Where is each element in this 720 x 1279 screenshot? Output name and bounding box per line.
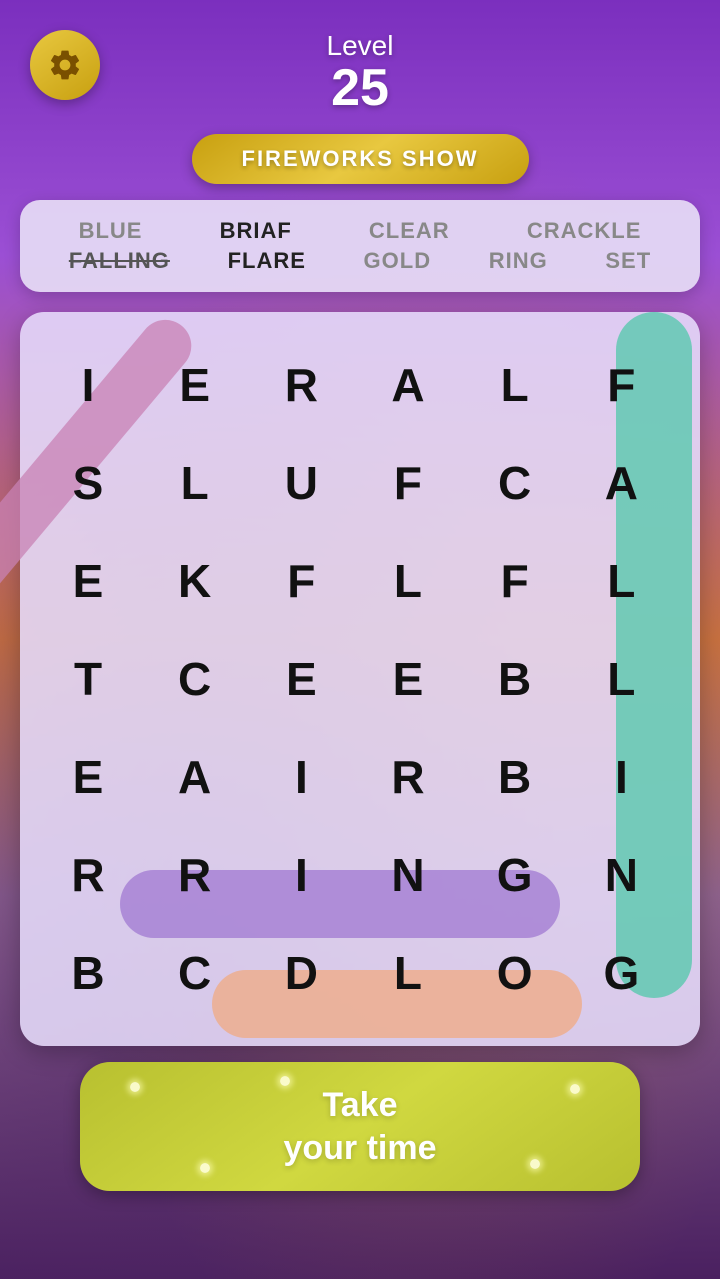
grid-cell[interactable]: B	[467, 630, 563, 728]
grid-cell[interactable]: G	[467, 826, 563, 924]
grid-cell[interactable]: R	[253, 336, 349, 434]
words-panel: BLUE BRIAF CLEAR CRACKLE FALLING FLARE G…	[20, 200, 700, 292]
word-flare: FLARE	[228, 248, 306, 274]
sparkle-2	[280, 1076, 290, 1086]
grid-cell[interactable]: R	[147, 826, 243, 924]
level-display: Level 25	[327, 30, 394, 114]
grid-cell[interactable]: I	[253, 826, 349, 924]
hint-text: Take your time	[140, 1084, 580, 1169]
grid-cell[interactable]: F	[467, 532, 563, 630]
grid-cell[interactable]: C	[467, 434, 563, 532]
grid-cell[interactable]: A	[147, 728, 243, 826]
sparkle-3	[200, 1163, 210, 1173]
hint-banner: Take your time	[80, 1062, 640, 1191]
grid-cell[interactable]: L	[147, 434, 243, 532]
grid-cell[interactable]: R	[40, 826, 136, 924]
theme-banner: FIREWORKS SHOW	[192, 134, 529, 184]
word-gold: GOLD	[364, 248, 432, 274]
grid-cell[interactable]: I	[253, 728, 349, 826]
grid-cell[interactable]: F	[253, 532, 349, 630]
grid-cell[interactable]: L	[573, 630, 669, 728]
grid-cell[interactable]: L	[573, 532, 669, 630]
grid-cell[interactable]: F	[573, 336, 669, 434]
word-set: SET	[605, 248, 651, 274]
settings-button[interactable]	[30, 30, 100, 100]
grid-cell[interactable]: B	[40, 924, 136, 1022]
grid-cell[interactable]: K	[147, 532, 243, 630]
grid-cell[interactable]: L	[360, 924, 456, 1022]
word-briaf: BRIAF	[220, 218, 292, 244]
grid-cell[interactable]: R	[360, 728, 456, 826]
grid-cell[interactable]: I	[573, 728, 669, 826]
grid-cell[interactable]: F	[360, 434, 456, 532]
grid-cell[interactable]: U	[253, 434, 349, 532]
grid-cell[interactable]: E	[40, 532, 136, 630]
sparkle-1	[130, 1082, 140, 1092]
grid-cell[interactable]: E	[360, 630, 456, 728]
grid-cell[interactable]: B	[467, 728, 563, 826]
grid-cell[interactable]: G	[573, 924, 669, 1022]
word-falling: FALLING	[69, 248, 170, 274]
grid-cell[interactable]: C	[147, 924, 243, 1022]
grid-cell[interactable]: A	[360, 336, 456, 434]
word-clear: CLEAR	[369, 218, 450, 244]
sparkle-4	[530, 1159, 540, 1169]
word-crackle: CRACKLE	[527, 218, 642, 244]
gear-icon	[47, 47, 83, 83]
sparkle-5	[570, 1084, 580, 1094]
grid-cell[interactable]: T	[40, 630, 136, 728]
grid-cell[interactable]: O	[467, 924, 563, 1022]
grid-cell[interactable]: E	[40, 728, 136, 826]
grid-cell[interactable]: I	[40, 336, 136, 434]
word-blue: BLUE	[79, 218, 143, 244]
level-number: 25	[327, 62, 394, 114]
grid-cell[interactable]: E	[253, 630, 349, 728]
level-label: Level	[327, 30, 394, 62]
word-search-grid[interactable]: IERALFSLUFCAEKFLFLTCEEBLEAIRBIRRINGNBCDL…	[20, 312, 700, 1046]
grid-cell[interactable]: S	[40, 434, 136, 532]
grid-cell[interactable]: D	[253, 924, 349, 1022]
grid-cell[interactable]: L	[360, 532, 456, 630]
grid-cell[interactable]: C	[147, 630, 243, 728]
grid-cell[interactable]: L	[467, 336, 563, 434]
grid-cell[interactable]: N	[360, 826, 456, 924]
words-row-1: BLUE BRIAF CLEAR CRACKLE	[40, 218, 680, 244]
grid-cell[interactable]: N	[573, 826, 669, 924]
grid-cell[interactable]: A	[573, 434, 669, 532]
grid-cell[interactable]: E	[147, 336, 243, 434]
words-row-2: FALLING FLARE GOLD RING SET	[40, 248, 680, 274]
theme-title: FIREWORKS SHOW	[242, 146, 479, 171]
letter-grid[interactable]: IERALFSLUFCAEKFLFLTCEEBLEAIRBIRRINGNBCDL…	[40, 336, 680, 1022]
word-ring: RING	[489, 248, 548, 274]
